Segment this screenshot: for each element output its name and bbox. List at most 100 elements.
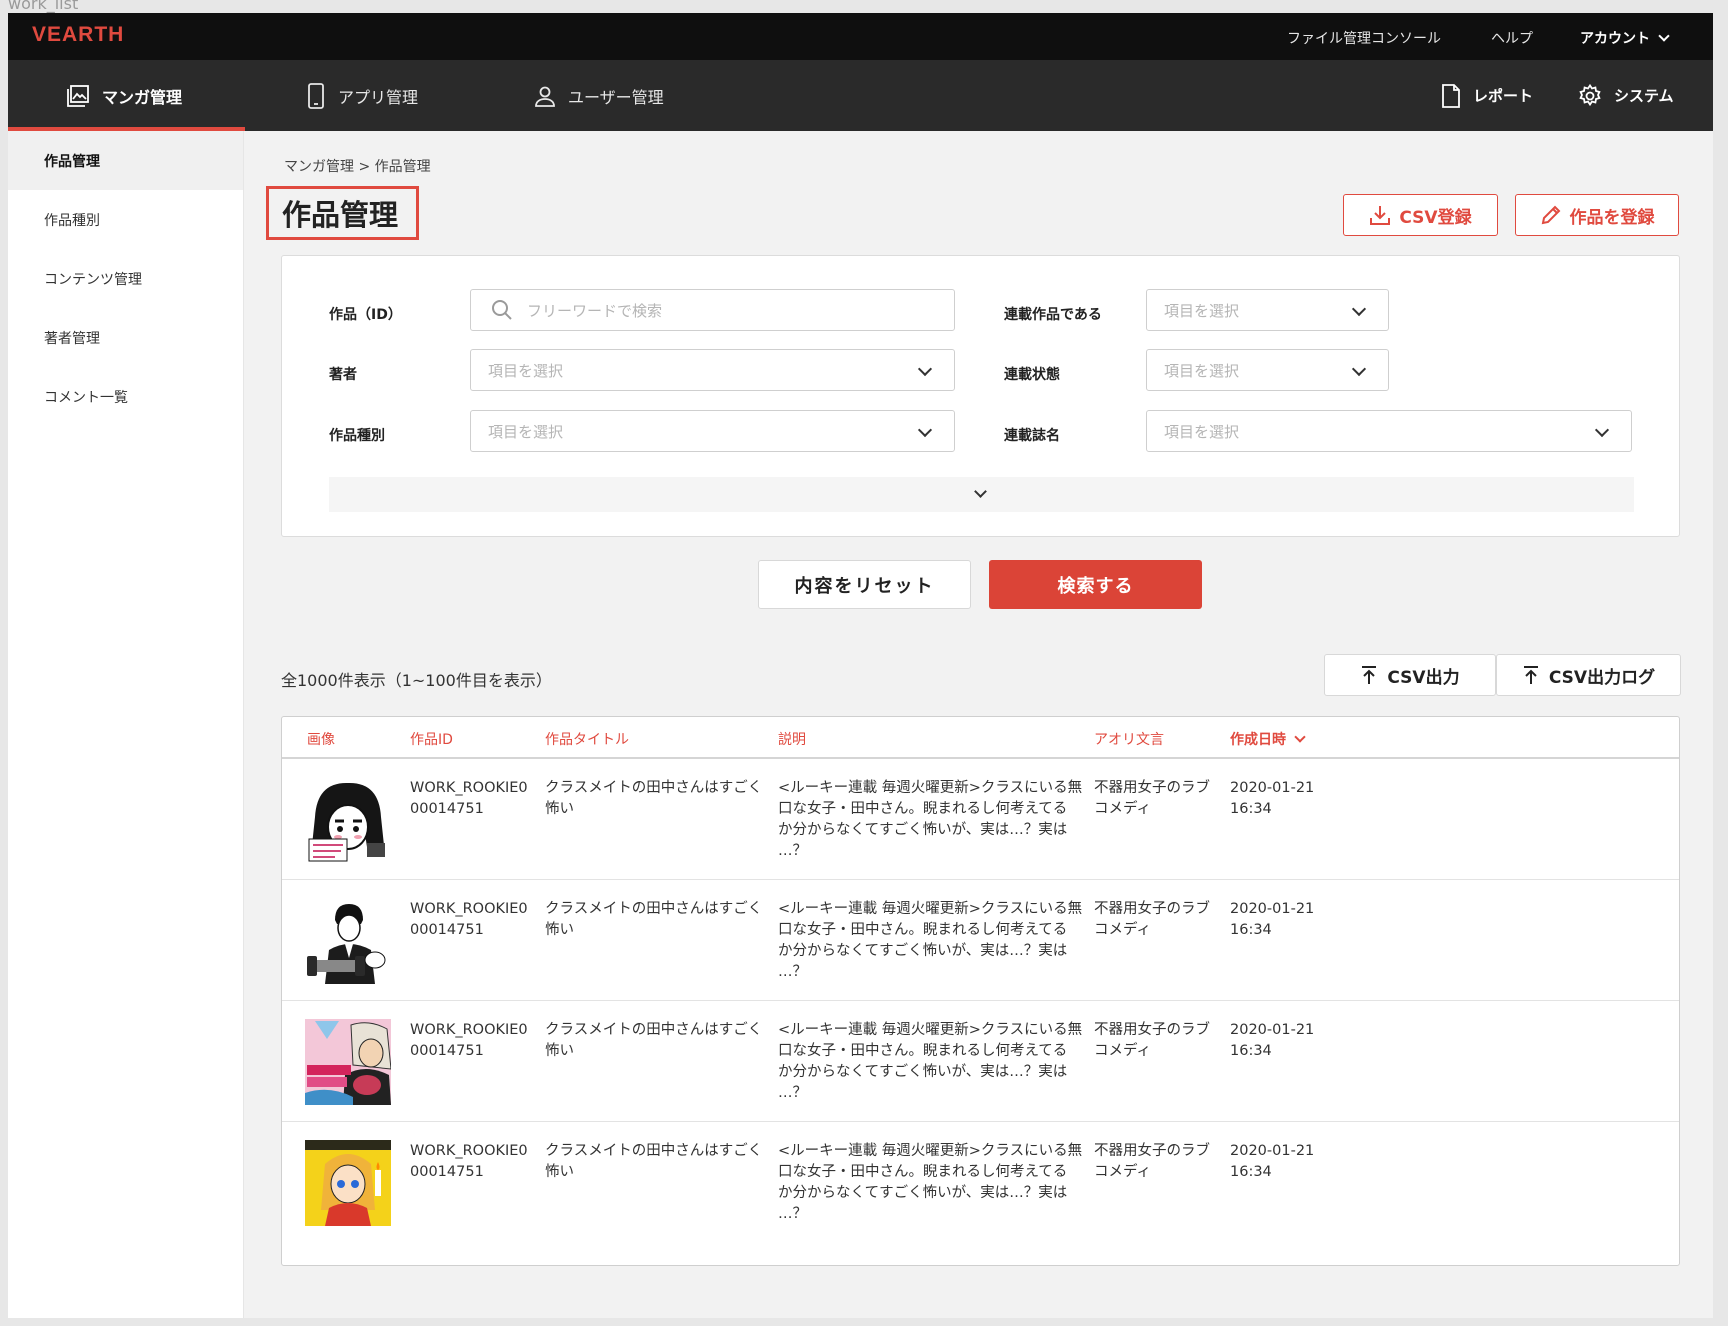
created-at-cell: 2020-01-21 16:34 [1230,1020,1314,1062]
nav-manga[interactable]: マンガ管理 [8,60,246,131]
catch-copy-line: コメディ [1094,922,1151,938]
chevron-down-icon [1658,30,1670,42]
reset-button[interactable]: 内容をリセット [758,560,971,609]
window-title: work_list [8,0,79,13]
download-icon [1370,206,1391,225]
thumbnail-3[interactable] [305,1019,391,1105]
work-id-search-input[interactable]: フリーワードで検索 [470,289,955,331]
work-title-cell[interactable]: クラスメイトの田中さんはすごく 怖い [545,778,762,820]
account-menu[interactable]: アカウント [1580,28,1670,48]
work-type-select[interactable]: 項目を選択 [470,410,955,452]
nav-user-label: ユーザー管理 [568,87,664,107]
catch-copy-line: コメディ [1094,1164,1151,1180]
main-nav: マンガ管理 アプリ管理 ユーザー管理 レポート システム [8,60,1713,131]
serialized-select[interactable]: 項目を選択 [1146,289,1389,331]
status-select[interactable]: 項目を選択 [1146,349,1389,391]
chevron-down-icon [1351,361,1367,377]
gear-icon [1579,83,1601,106]
column-header-created[interactable]: 作成日時 [1230,729,1306,749]
created-at-cell: 2020-01-21 16:34 [1230,899,1314,941]
sort-chevron-icon [1294,731,1306,743]
csv-export-label: CSV出力 [1387,667,1460,688]
table-row[interactable]: WORK_ROOKIE0 00014751 クラスメイトの田中さんはすごく 怖い <… [282,880,1679,1001]
created-at-cell: 2020-01-21 16:34 [1230,1141,1314,1183]
sidebar-item-work-types[interactable]: 作品種別 [8,190,243,249]
register-work-button[interactable]: 作品を登録 [1515,194,1679,236]
chevron-down-icon [917,361,933,377]
description-line: …？ [778,843,807,859]
magazine-select[interactable]: 項目を選択 [1146,410,1632,452]
work-id-placeholder: フリーワードで検索 [527,301,663,320]
work-id-line: WORK_ROOKIE0 [410,1022,528,1038]
column-header-created-label: 作成日時 [1230,732,1286,748]
work-id-cell: WORK_ROOKIE0 00014751 [410,1141,528,1183]
work-title-cell[interactable]: クラスメイトの田中さんはすごく 怖い [545,1020,762,1062]
table-row[interactable]: WORK_ROOKIE0 00014751 クラスメイトの田中さんはすごく 怖い <… [282,759,1679,880]
sidebar-item-works[interactable]: 作品管理 [8,131,243,190]
expand-filters-toggle[interactable] [329,477,1634,512]
nav-user[interactable]: ユーザー管理 [534,60,664,131]
description-line: …？ [778,964,807,980]
csv-export-button[interactable]: CSV出力 [1324,654,1496,696]
sidebar-item-contents[interactable]: コンテンツ管理 [8,249,243,308]
column-header-title[interactable]: 作品タイトル [545,729,629,749]
catch-copy-cell: 不器用女子のラブ コメディ [1094,778,1210,820]
thumbnail-1[interactable] [305,777,391,863]
column-header-catch[interactable]: アオリ文言 [1094,729,1164,749]
created-at-cell: 2020-01-21 16:34 [1230,778,1314,820]
work-id-line: 00014751 [410,922,484,938]
author-label: 著者 [329,367,357,383]
description-line: か分からなくてすごく怖いが、実は…？実は [778,1064,1068,1080]
nav-app-label: アプリ管理 [338,87,419,107]
description-line: …？ [778,1085,807,1101]
work-id-line: 00014751 [410,1164,484,1180]
description-line: <ルーキー連載 毎週火曜更新>クラスにいる無 [778,901,1083,917]
thumbnail-2[interactable] [305,898,391,984]
work-title-line: 怖い [545,1164,574,1180]
sidebar-item-comments[interactable]: コメント一覧 [8,367,243,426]
chevron-down-icon [1594,422,1610,438]
work-title-line: クラスメイトの田中さんはすごく [545,901,763,917]
table-row[interactable]: WORK_ROOKIE0 00014751 クラスメイトの田中さんはすごく 怖い <… [282,1122,1679,1243]
chevron-down-icon [917,422,933,438]
column-header-image[interactable]: 画像 [307,729,335,749]
nav-app[interactable]: アプリ管理 [306,60,418,131]
description-line: 口な女子・田中さん。睨まれるし何考えてる [778,1043,1068,1059]
work-id-cell: WORK_ROOKIE0 00014751 [410,1020,528,1062]
table-row[interactable]: WORK_ROOKIE0 00014751 クラスメイトの田中さんはすごく 怖い <… [282,1001,1679,1122]
csv-export-log-button[interactable]: CSV出力ログ [1496,654,1681,696]
chevron-down-icon [974,485,987,498]
catch-copy-line: コメディ [1094,1043,1151,1059]
serialized-label: 連載作品である [1004,307,1102,323]
created-date: 2020-01-21 [1230,1143,1315,1159]
work-title-line: 怖い [545,801,574,817]
search-button[interactable]: 検索する [989,560,1202,609]
nav-report[interactable]: レポート [1441,60,1533,131]
catch-copy-line: コメディ [1094,801,1151,817]
works-table: 画像 作品ID 作品タイトル 説明 アオリ文言 作成日時 WORK_ROOKIE… [281,716,1680,1266]
description-cell: <ルーキー連載 毎週火曜更新>クラスにいる無 口な女子・田中さん。睨まれるし何考え… [778,899,1082,983]
column-header-id[interactable]: 作品ID [410,729,453,749]
catch-copy-cell: 不器用女子のラブ コメディ [1094,899,1210,941]
magazine-label: 連載誌名 [1004,428,1060,444]
column-header-description[interactable]: 説明 [778,729,806,749]
thumbnail-4[interactable] [305,1140,391,1226]
csv-export-log-label: CSV出力ログ [1548,667,1656,688]
description-cell: <ルーキー連載 毎週火曜更新>クラスにいる無 口な女子・田中さん。睨まれるし何考え… [778,778,1082,862]
sidebar-item-authors[interactable]: 著者管理 [8,308,243,367]
author-select[interactable]: 項目を選択 [470,349,955,391]
logo[interactable]: VEARTH [32,23,124,47]
created-time: 16:34 [1230,1043,1272,1059]
description-line: か分からなくてすごく怖いが、実は…？実は [778,943,1068,959]
manga-cover-image [305,777,391,863]
nav-system[interactable]: システム [1578,60,1674,131]
serialized-select-placeholder: 項目を選択 [1164,301,1240,320]
magazine-select-placeholder: 項目を選択 [1164,422,1240,441]
file-console-link[interactable]: ファイル管理コンソール [1287,28,1441,48]
description-line: か分からなくてすごく怖いが、実は…？実は [778,822,1068,838]
csv-register-button[interactable]: CSV登録 [1343,194,1498,236]
work-title-cell[interactable]: クラスメイトの田中さんはすごく 怖い [545,899,762,941]
work-title-cell[interactable]: クラスメイトの田中さんはすごく 怖い [545,1141,762,1183]
help-link[interactable]: ヘルプ [1491,28,1533,48]
work-id-cell: WORK_ROOKIE0 00014751 [410,778,528,820]
